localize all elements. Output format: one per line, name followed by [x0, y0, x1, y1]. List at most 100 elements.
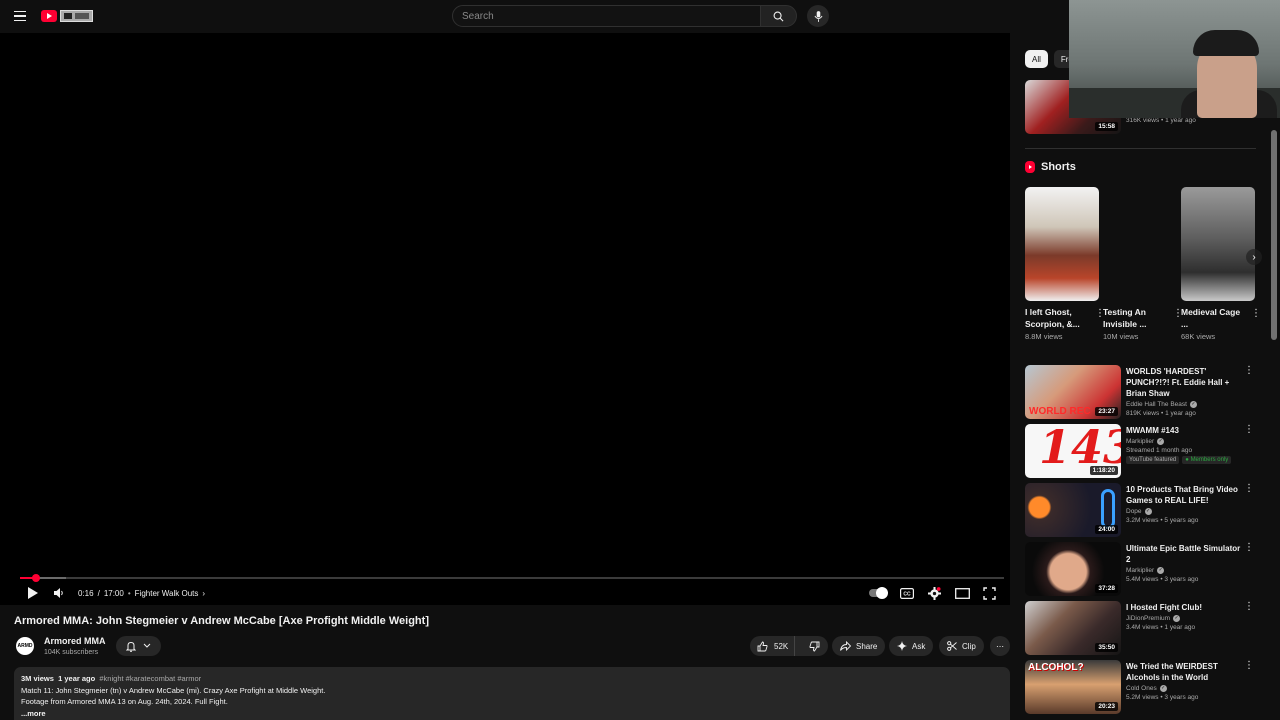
more-vertical-icon[interactable]: ⋮	[1095, 307, 1105, 321]
search-button[interactable]	[760, 5, 797, 27]
recommendation-item[interactable]: 37:28 Ultimate Epic Battle Simulator 2 M…	[1025, 542, 1256, 598]
more-vertical-icon[interactable]: ⋮	[1244, 424, 1254, 436]
recommendation-channel[interactable]: Eddie Hall The Beast ✓	[1126, 401, 1246, 408]
volume-button[interactable]	[53, 585, 65, 601]
more-vertical-icon[interactable]: ⋮	[1244, 601, 1254, 613]
fullscreen-icon	[983, 586, 996, 600]
hashtags[interactable]: #knight #karatecombat #armor	[99, 674, 201, 683]
recommendation-title[interactable]: We Tried the WEIRDEST Alcohols in the Wo…	[1126, 661, 1246, 683]
recommendation-thumbnail[interactable]: 143 1:18:20	[1025, 424, 1121, 478]
recommendation-info: WORLDS 'HARDEST' PUNCH?!?! Ft. Eddie Hal…	[1126, 366, 1246, 417]
short-item[interactable]: I left Ghost, Scorpion, &... 8.8M views …	[1025, 187, 1105, 341]
more-vertical-icon[interactable]: ⋮	[1244, 365, 1254, 377]
recommendation-channel[interactable]: JiDionPremium ✓	[1126, 615, 1246, 622]
like-button[interactable]: 52K	[750, 636, 796, 656]
dislike-button[interactable]	[800, 636, 828, 656]
recommendation-title[interactable]: Ultimate Epic Battle Simulator 2	[1126, 543, 1246, 565]
description-box[interactable]: 3M views 1 year ago #knight #karatecomba…	[14, 667, 1010, 720]
recommendation-thumbnail[interactable]: 24:00	[1025, 483, 1121, 537]
recommendation-item[interactable]: ALCOHOL? 20:23 We Tried the WEIRDEST Alc…	[1025, 660, 1256, 716]
webcam-overlay	[1069, 0, 1280, 118]
share-button[interactable]: Share	[832, 636, 886, 656]
featured-badge: YouTube featured	[1126, 456, 1180, 464]
recommendation-meta: Streamed 1 month ago	[1126, 447, 1193, 454]
clip-button[interactable]: Clip	[939, 636, 984, 656]
recommendation-item[interactable]: 24:00 10 Products That Bring Video Games…	[1025, 483, 1256, 539]
verified-check-icon: ✓	[1157, 567, 1165, 574]
view-count: 3M views	[21, 674, 54, 683]
short-title[interactable]: I left Ghost, Scorpion, &...	[1025, 306, 1085, 330]
ask-label: Ask	[912, 641, 926, 651]
video-player[interactable]	[0, 33, 1010, 605]
short-thumbnail[interactable]	[1103, 187, 1177, 301]
autoplay-toggle[interactable]	[869, 587, 888, 599]
recommendation-title[interactable]: MWAMM #143	[1126, 425, 1246, 436]
more-actions-button[interactable]: ⋯	[990, 636, 1010, 656]
recommendation-title[interactable]: WORLDS 'HARDEST' PUNCH?!?! Ft. Eddie Hal…	[1126, 366, 1246, 399]
short-views: 8.8M views	[1025, 332, 1063, 341]
scissors-icon	[947, 641, 957, 651]
ask-button[interactable]: Ask	[889, 636, 934, 656]
more-vertical-icon[interactable]: ⋮	[1173, 307, 1183, 321]
short-item[interactable]: Testing An Invisible ... 10M views ⋮	[1103, 187, 1183, 341]
short-item[interactable]: Medieval Cage ... 68K views ⋮	[1181, 187, 1261, 341]
short-title[interactable]: Medieval Cage ...	[1181, 306, 1241, 330]
short-thumbnail[interactable]	[1181, 187, 1255, 301]
short-title[interactable]: Testing An Invisible ...	[1103, 306, 1163, 330]
top-video-meta: 316K views • 1 year ago	[1126, 117, 1196, 124]
short-thumbnail[interactable]	[1025, 187, 1099, 301]
channel-name[interactable]: Armored MMA	[44, 636, 106, 646]
recommendation-thumbnail[interactable]: 37:28	[1025, 542, 1121, 596]
recommendation-channel[interactable]: Markiplier ✓	[1126, 438, 1246, 445]
sidebar-scrollbar[interactable]	[1271, 130, 1277, 340]
progress-bar[interactable]	[20, 574, 1004, 582]
short-views: 10M views	[1103, 332, 1139, 341]
more-vertical-icon[interactable]: ⋮	[1244, 660, 1254, 672]
thumbnail-text: WORLD REC	[1029, 406, 1091, 417]
badges: YouTube featured ● Members only	[1126, 456, 1246, 464]
subscribed-button[interactable]	[116, 636, 161, 656]
more-vertical-icon[interactable]: ⋮	[1244, 483, 1254, 495]
recommendation-channel[interactable]: Dope ✓	[1126, 508, 1246, 515]
menu-icon[interactable]	[12, 8, 28, 24]
settings-button[interactable]	[928, 585, 941, 601]
show-more-link[interactable]: ...more	[21, 708, 1003, 720]
verified-check-icon: ✓	[1189, 401, 1197, 408]
like-dislike-group: 52K	[750, 636, 828, 656]
chevron-down-icon	[143, 643, 151, 648]
time-display: 0:16 / 17:00 • Fighter Walk Outs ›	[78, 585, 205, 601]
recommendation-meta: 5.2M views • 3 years ago	[1126, 694, 1199, 701]
theater-mode-button[interactable]	[955, 585, 970, 601]
channel-avatar[interactable]: ARMD	[16, 637, 34, 655]
recommendation-item[interactable]: 35:50 I Hosted Fight Club! JiDionPremium…	[1025, 601, 1256, 657]
progress-scrubber[interactable]	[31, 574, 40, 582]
more-vertical-icon[interactable]: ⋮	[1244, 542, 1254, 554]
shorts-next-button[interactable]: ›	[1246, 249, 1262, 265]
verified-check-icon: ✓	[1157, 438, 1165, 445]
chip-all[interactable]: All	[1025, 50, 1048, 68]
recommendation-title[interactable]: I Hosted Fight Club!	[1126, 602, 1246, 613]
more-horizontal-icon: ⋯	[996, 641, 1004, 651]
recommendation-thumbnail[interactable]: ALCOHOL? 20:23	[1025, 660, 1121, 714]
play-button[interactable]	[27, 585, 39, 601]
recommendation-channel[interactable]: Markiplier ✓	[1126, 567, 1246, 574]
recommendation-channel[interactable]: Cold Ones ✓	[1126, 685, 1246, 692]
fullscreen-button[interactable]	[983, 585, 996, 601]
youtube-logo[interactable]	[41, 8, 93, 23]
duration-badge: 23:27	[1095, 407, 1118, 416]
chevron-right-icon: ›	[202, 588, 206, 598]
chapter-title[interactable]: Fighter Walk Outs	[135, 589, 199, 598]
search-input[interactable]: Search	[452, 5, 761, 27]
thumbnail-text: ALCOHOL?	[1028, 662, 1084, 673]
captions-button[interactable]: CC	[900, 585, 914, 601]
recommendation-item[interactable]: 143 1:18:20 MWAMM #143 Markiplier✓ Strea…	[1025, 424, 1256, 480]
webcam-person-hat	[1193, 30, 1259, 56]
recommendation-thumbnail[interactable]: WORLD REC 23:27	[1025, 365, 1121, 419]
description-line-2: Footage from Armored MMA 13 on Aug. 24th…	[21, 697, 228, 706]
recommendation-item[interactable]: WORLD REC 23:27 WORLDS 'HARDEST' PUNCH?!…	[1025, 365, 1256, 421]
recommendation-title[interactable]: 10 Products That Bring Video Games to RE…	[1126, 484, 1246, 506]
more-vertical-icon[interactable]: ⋮	[1251, 307, 1261, 321]
shorts-header: Shorts	[1025, 161, 1076, 173]
recommendation-thumbnail[interactable]: 35:50	[1025, 601, 1121, 655]
voice-search-button[interactable]	[807, 5, 829, 27]
